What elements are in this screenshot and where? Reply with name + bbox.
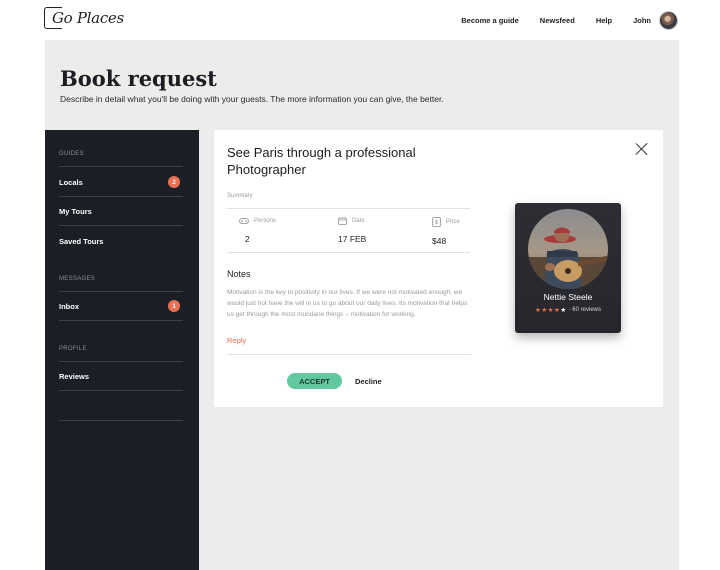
calendar-icon [338, 217, 347, 225]
page-title: Book request [60, 66, 217, 91]
divider [59, 225, 183, 226]
persons-stat: Persons 2 [239, 217, 276, 244]
star-icon: ★ [535, 307, 541, 314]
user-name: John [633, 16, 651, 25]
star-icon: ★ [547, 307, 554, 314]
summary-label: Summary [227, 193, 253, 199]
guide-rating: ★★★★★ · 60 reviews [515, 306, 621, 314]
sidebar-section-messages: MESSAGES [59, 276, 96, 282]
stat-label: Date [352, 218, 365, 224]
sidebar-section-profile: PROFILE [59, 346, 87, 352]
reply-link[interactable]: Reply [227, 336, 246, 345]
divider [59, 320, 183, 321]
accept-button[interactable]: ACCEPT [287, 373, 342, 389]
logo-text: Go Places [52, 9, 124, 27]
divider [59, 196, 183, 197]
page-subtitle: Describe in detail what you'll be doing … [60, 94, 444, 104]
divider [59, 420, 183, 421]
guide-name: Nettie Steele [543, 292, 593, 302]
notes-body: Motivation is the key to positivity in o… [227, 289, 468, 318]
star-icon: ★ [560, 307, 567, 314]
guide-photo [528, 209, 608, 289]
stat-label: Persons [254, 218, 277, 224]
persons-value: 2 [245, 234, 250, 244]
sidebar-item-my-tours[interactable]: My Tours [59, 207, 183, 216]
rating-stars: ★★★★★ [535, 306, 567, 314]
nav-newsfeed-link[interactable]: Newsfeed [540, 16, 575, 25]
decline-button[interactable]: Decline [355, 377, 382, 386]
sidebar-item-label: My Tours [59, 207, 92, 216]
price-value: $48 [432, 236, 447, 246]
inbox-count-badge: 1 [168, 300, 180, 312]
sidebar: GUIDES Locals 2 My Tours Saved Tours MES… [45, 130, 199, 570]
nav-help-link[interactable]: Help [596, 16, 612, 25]
divider [227, 252, 470, 253]
date-value: 17 FEB [338, 234, 367, 244]
sidebar-section-guides: GUIDES [59, 151, 84, 157]
divider [59, 361, 183, 362]
date-stat: Date 17 FEB [338, 217, 366, 244]
main-nav: Become a guide Newsfeed Help John [440, 11, 678, 30]
divider [59, 166, 183, 167]
guide-photo-image [528, 209, 608, 289]
locals-count-badge: 2 [168, 176, 180, 188]
sidebar-item-locals[interactable]: Locals 2 [59, 176, 183, 188]
sidebar-item-label: Saved Tours [59, 237, 104, 246]
divider [227, 354, 471, 355]
sidebar-item-label: Reviews [59, 372, 90, 381]
price-stat: $ Price $48 [432, 217, 460, 246]
close-icon[interactable] [635, 142, 649, 156]
sidebar-item-saved-tours[interactable]: Saved Tours [59, 237, 183, 246]
star-icon: ★ [541, 307, 548, 314]
sidebar-item-inbox[interactable]: Inbox 1 [59, 300, 183, 312]
nav-become-guide-link[interactable]: Become a guide [461, 16, 519, 25]
user-menu[interactable]: John [633, 11, 678, 30]
notes-title: Notes [227, 269, 251, 279]
price-tag-icon: $ [432, 217, 441, 227]
divider [59, 390, 183, 391]
book-request-card: See Paris through a professional Photogr… [214, 130, 663, 407]
sidebar-item-label: Inbox [59, 302, 79, 311]
sidebar-item-label: Locals [59, 178, 83, 187]
avatar[interactable] [659, 11, 678, 30]
guide-card[interactable]: Nettie Steele ★★★★★ · 60 reviews [515, 203, 621, 333]
divider [227, 208, 470, 209]
sidebar-item-reviews[interactable]: Reviews [59, 372, 183, 381]
svg-text:$: $ [435, 219, 439, 226]
tour-title: See Paris through a professional Photogr… [227, 145, 416, 177]
logo[interactable]: Go Places [44, 7, 124, 29]
top-navbar: Go Places Become a guide Newsfeed Help J… [0, 0, 720, 40]
reviews-count: · 60 reviews [568, 307, 601, 313]
divider [59, 291, 183, 292]
star-icon: ★ [553, 307, 560, 314]
stat-label: Price [446, 219, 460, 225]
gamepad-icon [239, 218, 249, 225]
